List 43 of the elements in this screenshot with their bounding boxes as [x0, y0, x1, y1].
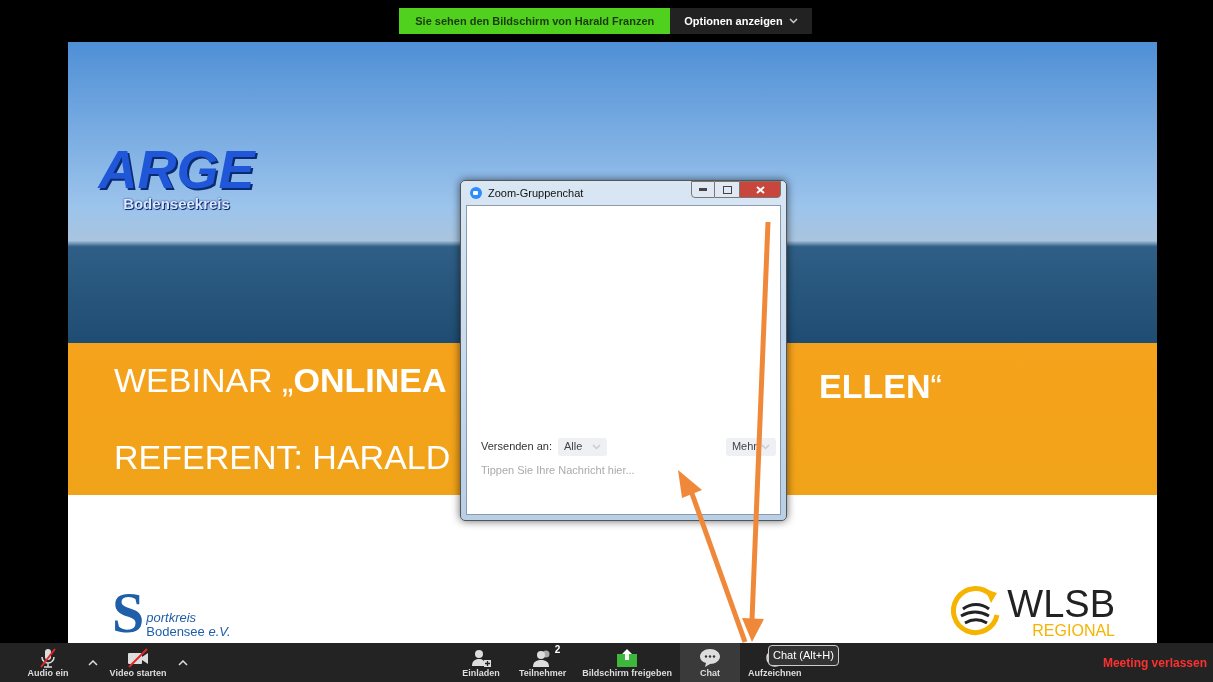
- recipient-dropdown[interactable]: Alle: [557, 437, 608, 456]
- logo-text: portkreis: [146, 611, 198, 625]
- participants-button[interactable]: Teilnehmer 2: [511, 643, 575, 682]
- share-button[interactable]: Bildschirm freigeben: [574, 643, 680, 682]
- more-dropdown[interactable]: Mehr: [725, 437, 776, 456]
- invite-button[interactable]: Einladen: [451, 643, 511, 682]
- chat-button[interactable]: Chat: [679, 643, 740, 682]
- slide-title: ELLEN“: [819, 366, 942, 407]
- logo-title: ARGE: [98, 142, 255, 196]
- message-input[interactable]: Tippen Sie Ihre Nachricht hier...: [481, 461, 766, 478]
- minimize-button[interactable]: [691, 181, 715, 198]
- share-screen-icon: [616, 647, 639, 668]
- slide-title: WEBINAR „ONLINEA: [114, 360, 447, 401]
- maximize-icon: [722, 185, 732, 194]
- caret-up-icon[interactable]: [178, 659, 188, 666]
- screen-share-banner: Sie sehen den Bildschirm von Harald Franzen: [399, 8, 671, 34]
- logo-text: Bodensee e.V.: [146, 625, 231, 639]
- video-button[interactable]: Video starten: [108, 647, 168, 678]
- video-off-icon: [127, 647, 149, 668]
- close-icon: [755, 185, 765, 194]
- audio-button[interactable]: Audio ein: [18, 647, 78, 678]
- leave-meeting-button[interactable]: Meeting verlassen: [1102, 653, 1207, 672]
- caret-icon: [592, 443, 602, 450]
- caret-up-icon[interactable]: [88, 659, 98, 666]
- tooltip: Chat (Alt+H): [768, 645, 839, 666]
- logo-subtitle: REGIONAL: [1032, 623, 1115, 639]
- logo-title: WLSB: [1007, 585, 1115, 623]
- maximize-button[interactable]: [715, 181, 739, 198]
- caret-icon: [761, 443, 770, 450]
- participant-count: 2: [554, 645, 561, 655]
- app-logo-icon: [470, 187, 482, 199]
- add-user-icon: [470, 647, 492, 668]
- speaker-line: REFERENT: HARALD: [114, 437, 451, 478]
- close-button[interactable]: [739, 181, 781, 198]
- send-to-label: Versenden an:: [481, 439, 552, 455]
- logo-subtitle: Bodenseekreis: [123, 196, 230, 212]
- caret-icon: [788, 18, 798, 24]
- options-button[interactable]: Optionen anzeigen: [670, 8, 812, 34]
- muted-microphone-icon: [37, 647, 59, 668]
- chat-bubble-icon: [698, 647, 721, 668]
- minimize-icon: [699, 188, 707, 191]
- window-title: Zoom-Gruppenchat: [488, 185, 585, 201]
- logo-letter: S: [112, 587, 145, 639]
